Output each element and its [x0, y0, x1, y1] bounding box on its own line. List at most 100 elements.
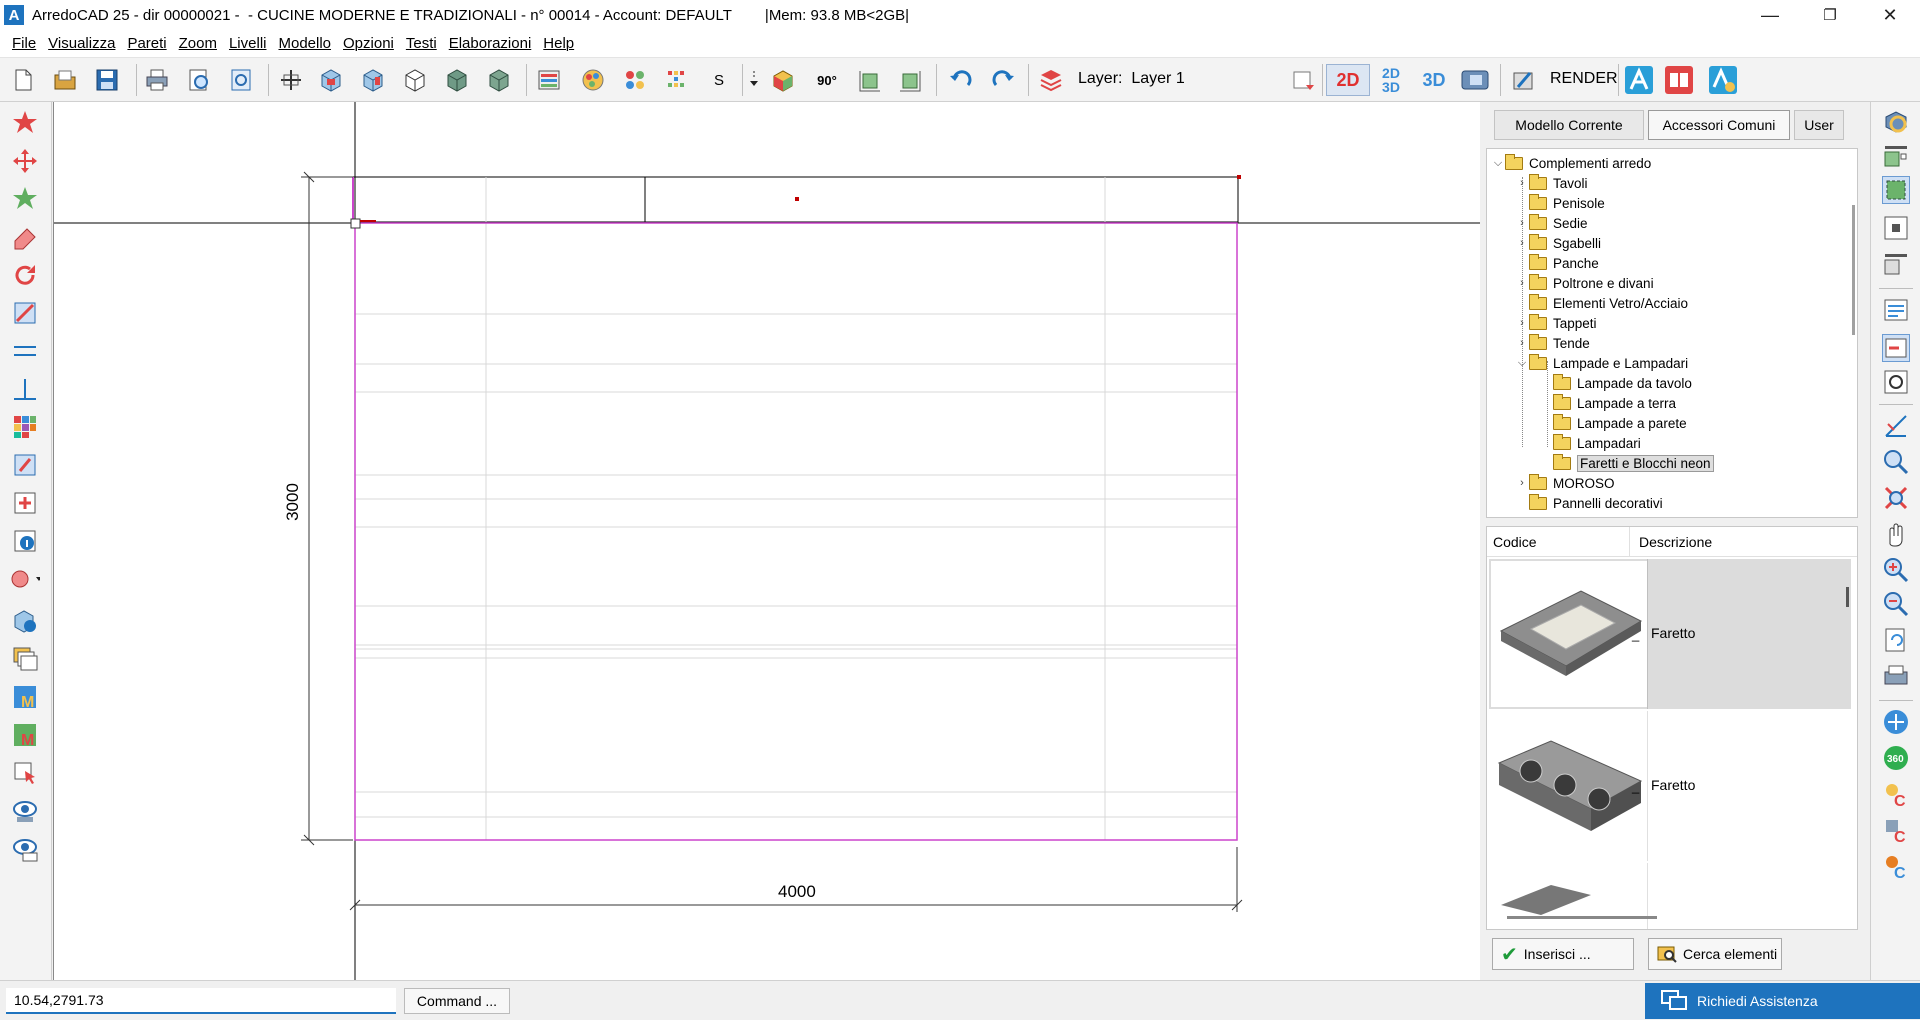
- list-horizontal-scrollbar[interactable]: [1507, 916, 1657, 919]
- plane-corner-icon[interactable]: [1882, 214, 1910, 242]
- tree-item-tavoli[interactable]: › Tavoli: [1515, 173, 1588, 193]
- snap-s-button[interactable]: S: [702, 63, 736, 97]
- list-row[interactable]: _ Faretto: [1489, 559, 1851, 709]
- undo-icon[interactable]: [944, 63, 978, 97]
- tree-item-panche[interactable]: Panche: [1515, 253, 1599, 273]
- tree-item-lampadari[interactable]: Lampadari: [1539, 433, 1641, 453]
- zoom-in-icon[interactable]: [1882, 556, 1910, 584]
- export-dropdown-icon[interactable]: [1286, 63, 1320, 97]
- tree-item-sgabelli[interactable]: › Sgabelli: [1515, 233, 1601, 253]
- view-360-green-icon[interactable]: 360: [1882, 744, 1910, 772]
- list-row[interactable]: _ Faretto: [1489, 711, 1851, 861]
- menu-file[interactable]: File: [6, 35, 42, 52]
- plane-select-icon[interactable]: [1882, 176, 1910, 204]
- menu-modello[interactable]: Modello: [272, 35, 337, 52]
- material-c-icon[interactable]: C: [1882, 816, 1910, 844]
- rotate-90-button[interactable]: 90°: [810, 63, 844, 97]
- perpendicular-icon[interactable]: [10, 374, 40, 404]
- object-info-icon[interactable]: [10, 606, 40, 636]
- box-solid-icon[interactable]: [440, 63, 474, 97]
- parallel-lines-icon[interactable]: [10, 336, 40, 366]
- tree-item-pannelli-decorativi[interactable]: Pannelli decorativi: [1515, 493, 1663, 513]
- color-cube-icon[interactable]: [766, 63, 800, 97]
- tree-item-faretti-e-blocchi-neon[interactable]: Faretti e Blocchi neon: [1539, 453, 1714, 473]
- print-icon[interactable]: [140, 63, 174, 97]
- material-m-red-icon[interactable]: M: [10, 720, 40, 750]
- render-button[interactable]: RENDER: [1550, 70, 1618, 88]
- palette-grid-icon[interactable]: [10, 412, 40, 442]
- measure-angle-icon[interactable]: [1882, 412, 1910, 440]
- menu-livelli[interactable]: Livelli: [223, 35, 273, 52]
- info-element-icon[interactable]: [10, 526, 40, 556]
- tab-user[interactable]: User: [1794, 110, 1844, 140]
- render-settings-icon[interactable]: [1506, 63, 1540, 97]
- dimension-left-icon[interactable]: [852, 63, 886, 97]
- drawing-canvas[interactable]: 3000 4000: [53, 102, 1481, 980]
- column-codice[interactable]: Codice: [1493, 534, 1537, 550]
- box-side-icon[interactable]: [356, 63, 390, 97]
- properties-list-icon[interactable]: [1882, 296, 1910, 324]
- box-shaded-icon[interactable]: [482, 63, 516, 97]
- zoom-out-icon[interactable]: [1882, 590, 1910, 618]
- add-element-icon[interactable]: [10, 488, 40, 518]
- a-plus-icon[interactable]: [1706, 63, 1740, 97]
- eraser-icon[interactable]: [10, 222, 40, 252]
- chevron-right-icon[interactable]: ›: [1515, 217, 1529, 229]
- redo-icon[interactable]: [986, 63, 1020, 97]
- refresh-cube-icon[interactable]: [1882, 108, 1910, 136]
- view-eye-icon[interactable]: [10, 796, 40, 826]
- tree-item-sedie[interactable]: › Sedie: [1515, 213, 1588, 233]
- menu-help[interactable]: Help: [537, 35, 580, 52]
- tree-item-lampade-e-lampadari[interactable]: ⌵ Lampade e Lampadari: [1515, 353, 1688, 373]
- view-2d3d-button[interactable]: 2D 3D: [1374, 64, 1408, 96]
- search-elements-button[interactable]: Cerca elementi: [1648, 938, 1782, 970]
- orbit-view-icon[interactable]: [1882, 708, 1910, 736]
- tree-item-tappeti[interactable]: › Tappeti: [1515, 313, 1597, 333]
- view-3d-button[interactable]: 3D: [1414, 64, 1454, 96]
- rotate-icon[interactable]: [10, 260, 40, 290]
- wall-plan-icon[interactable]: [274, 63, 308, 97]
- search-box-icon[interactable]: [1882, 368, 1910, 396]
- export-icon[interactable]: [224, 63, 258, 97]
- chevron-right-icon[interactable]: ›: [1515, 177, 1529, 189]
- command-button[interactable]: Command ...: [404, 988, 510, 1014]
- select-star-icon[interactable]: [10, 108, 40, 138]
- save-icon[interactable]: [90, 63, 124, 97]
- maximize-button[interactable]: ❐: [1800, 0, 1860, 30]
- view-360-icon[interactable]: [1458, 63, 1492, 97]
- chevron-right-icon[interactable]: ›: [1515, 277, 1529, 289]
- tree-item-elementi-vetro-acciaio[interactable]: Elementi Vetro/Acciaio: [1515, 293, 1688, 313]
- menu-opzioni[interactable]: Opzioni: [337, 35, 400, 52]
- chevron-down-icon[interactable]: ⌵: [1491, 157, 1505, 170]
- coordinate-input[interactable]: [6, 988, 396, 1014]
- tree-item-tende[interactable]: › Tende: [1515, 333, 1590, 353]
- plane-side-icon[interactable]: [1882, 250, 1910, 278]
- menu-testi[interactable]: Testi: [400, 35, 443, 52]
- tree-item-complementi-arredo[interactable]: ⌵ Complementi arredo: [1491, 153, 1651, 173]
- material-m-icon[interactable]: M: [10, 682, 40, 712]
- chevron-right-icon[interactable]: ›: [1515, 317, 1529, 329]
- move-icon[interactable]: [10, 146, 40, 176]
- layer-indicator[interactable]: Layer: Layer 1: [1078, 70, 1185, 88]
- chevron-right-icon[interactable]: ›: [1515, 237, 1529, 249]
- menu-pareti[interactable]: Pareti: [121, 35, 172, 52]
- mirror-icon[interactable]: [10, 298, 40, 328]
- pan-hand-icon[interactable]: [1882, 520, 1910, 548]
- tree-item-poltrone-e-divani[interactable]: › Poltrone e divani: [1515, 273, 1654, 293]
- layers-stack-icon[interactable]: [10, 644, 40, 674]
- shape-dropdown-icon[interactable]: [10, 564, 40, 594]
- menu-visualizza[interactable]: Visualizza: [42, 35, 121, 52]
- texture-grid-icon[interactable]: [660, 63, 694, 97]
- column-descrizione[interactable]: Descrizione: [1639, 534, 1712, 550]
- tab-modello-corrente[interactable]: Modello Corrente: [1494, 110, 1644, 140]
- layers-palette-icon[interactable]: [532, 63, 566, 97]
- print-layout-icon[interactable]: [1882, 662, 1910, 690]
- copy-star-icon[interactable]: [10, 184, 40, 214]
- print-preview-icon[interactable]: [182, 63, 216, 97]
- dropdown-arrow-icon[interactable]: [744, 63, 764, 97]
- tree-scrollbar[interactable]: [1852, 205, 1855, 335]
- chevron-right-icon[interactable]: ›: [1515, 477, 1529, 489]
- dimension-right-icon[interactable]: [894, 63, 928, 97]
- edit-pencil-icon[interactable]: [10, 450, 40, 480]
- tree-item-lampade-da-tavolo[interactable]: Lampade da tavolo: [1539, 373, 1692, 393]
